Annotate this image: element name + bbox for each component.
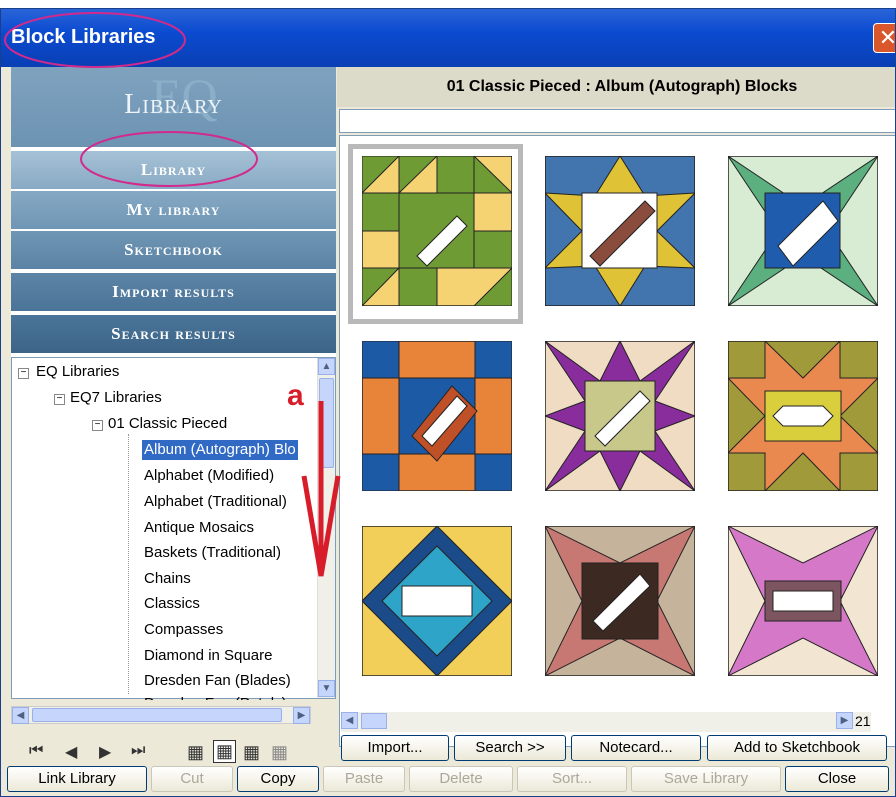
tree-vertical-scrollbar[interactable]: ▲ ▼ bbox=[317, 358, 335, 698]
quilt-block[interactable] bbox=[545, 526, 695, 676]
last-page-icon[interactable]: ⏭ bbox=[131, 742, 145, 760]
library-header: EQ Library bbox=[11, 67, 336, 147]
tree-item[interactable]: Diamond in Square bbox=[144, 646, 272, 666]
quilt-block[interactable] bbox=[362, 341, 512, 491]
grid-4x4-icon[interactable]: ▦ bbox=[243, 742, 260, 763]
scroll-right-icon[interactable]: ▶ bbox=[293, 707, 310, 724]
grid-3x3-icon[interactable]: ▦ bbox=[213, 740, 237, 763]
tree-item-selected[interactable]: Album (Autograph) Blo bbox=[142, 440, 298, 460]
nav-search-results[interactable]: Search results bbox=[11, 315, 336, 353]
nav-sketchbook[interactable]: Sketchbook bbox=[11, 231, 336, 269]
tree-item[interactable]: Dresden Fan (Petals) bbox=[144, 694, 287, 700]
block-libraries-window: Block Libraries ✕ EQ Library Library My … bbox=[0, 8, 896, 797]
delete-button[interactable]: Delete bbox=[409, 766, 513, 792]
block-panel-bar bbox=[339, 109, 895, 133]
block-grid[interactable] bbox=[339, 135, 895, 747]
scroll-down-icon[interactable]: ▼ bbox=[318, 680, 335, 697]
notecard-button[interactable]: Notecard... bbox=[571, 735, 701, 761]
tree-item[interactable]: Antique Mosaics bbox=[144, 518, 254, 538]
tree-horizontal-scrollbar[interactable]: ◀ ▶ bbox=[11, 706, 311, 724]
prev-page-icon[interactable]: ◀ bbox=[65, 742, 77, 762]
tree-item[interactable]: Chains bbox=[144, 569, 191, 589]
search-button[interactable]: Search >> bbox=[454, 735, 566, 761]
quilt-block[interactable] bbox=[362, 156, 512, 306]
paste-button[interactable]: Paste bbox=[323, 766, 405, 792]
quilt-block[interactable] bbox=[728, 156, 878, 306]
tree-item[interactable]: Classics bbox=[144, 594, 200, 614]
next-page-icon[interactable]: ▶ bbox=[99, 742, 111, 762]
library-header-title: Library bbox=[124, 89, 223, 120]
scroll-thumb[interactable] bbox=[361, 713, 387, 729]
window-title: Block Libraries bbox=[11, 26, 156, 48]
quilt-block[interactable] bbox=[728, 341, 878, 491]
quilt-block[interactable] bbox=[362, 526, 512, 676]
quilt-block[interactable] bbox=[728, 526, 878, 676]
import-button[interactable]: Import... bbox=[341, 735, 449, 761]
add-to-sketchbook-button[interactable]: Add to Sketchbook bbox=[707, 735, 887, 761]
block-panel: 01 Classic Pieced : Album (Autograph) Bl… bbox=[337, 67, 895, 747]
copy-button[interactable]: Copy bbox=[237, 766, 319, 792]
first-page-icon[interactable]: ⏮ bbox=[29, 742, 43, 760]
tree-item[interactable]: Compasses bbox=[144, 620, 223, 640]
title-bar[interactable]: Block Libraries ✕ bbox=[1, 9, 895, 67]
tree-root[interactable]: EQ Libraries bbox=[36, 362, 119, 382]
tree-item[interactable]: Alphabet (Traditional) bbox=[144, 492, 287, 512]
tree-item[interactable]: Baskets (Traditional) bbox=[144, 543, 281, 563]
page-count: 21 bbox=[855, 713, 871, 729]
scroll-right-icon[interactable]: ▶ bbox=[836, 712, 853, 729]
grid-2x2-icon[interactable]: ▦ bbox=[187, 742, 204, 763]
collapse-icon[interactable]: − bbox=[18, 368, 29, 379]
annotation-label: a bbox=[287, 379, 304, 412]
scroll-left-icon[interactable]: ◀ bbox=[341, 712, 358, 729]
collapse-icon[interactable]: − bbox=[54, 394, 65, 405]
quilt-block[interactable] bbox=[545, 341, 695, 491]
tree-item[interactable]: Dresden Fan (Blades) bbox=[144, 671, 291, 691]
block-panel-heading: 01 Classic Pieced : Album (Autograph) Bl… bbox=[337, 67, 895, 107]
grid-5x5-icon[interactable]: ▦ bbox=[271, 742, 288, 763]
link-library-button[interactable]: Link Library bbox=[7, 766, 147, 792]
scroll-thumb[interactable] bbox=[32, 708, 282, 722]
nav-import-results[interactable]: Import results bbox=[11, 273, 336, 311]
save-library-button[interactable]: Save Library bbox=[631, 766, 781, 792]
nav-library[interactable]: Library bbox=[11, 151, 336, 189]
close-button[interactable]: Close bbox=[785, 766, 889, 792]
nav-my-library[interactable]: My library bbox=[11, 191, 336, 229]
scroll-left-icon[interactable]: ◀ bbox=[12, 707, 29, 724]
quilt-block[interactable] bbox=[545, 156, 695, 306]
scroll-thumb[interactable] bbox=[319, 378, 334, 468]
close-window-button[interactable]: ✕ bbox=[873, 23, 895, 53]
library-sidebar: EQ Library Library My library Sketchbook… bbox=[11, 67, 336, 700]
sort-button[interactable]: Sort... bbox=[517, 766, 627, 792]
tree-eq7[interactable]: EQ7 Libraries bbox=[70, 388, 162, 408]
collapse-icon[interactable]: − bbox=[92, 420, 103, 431]
scroll-up-icon[interactable]: ▲ bbox=[318, 358, 335, 375]
grid-horizontal-scrollbar[interactable]: ◀ ▶ 21 bbox=[341, 712, 871, 732]
tree-folder[interactable]: 01 Classic Pieced bbox=[108, 414, 227, 434]
tree-item[interactable]: Alphabet (Modified) bbox=[144, 466, 274, 486]
tree-line bbox=[128, 434, 129, 694]
cut-button[interactable]: Cut bbox=[151, 766, 233, 792]
